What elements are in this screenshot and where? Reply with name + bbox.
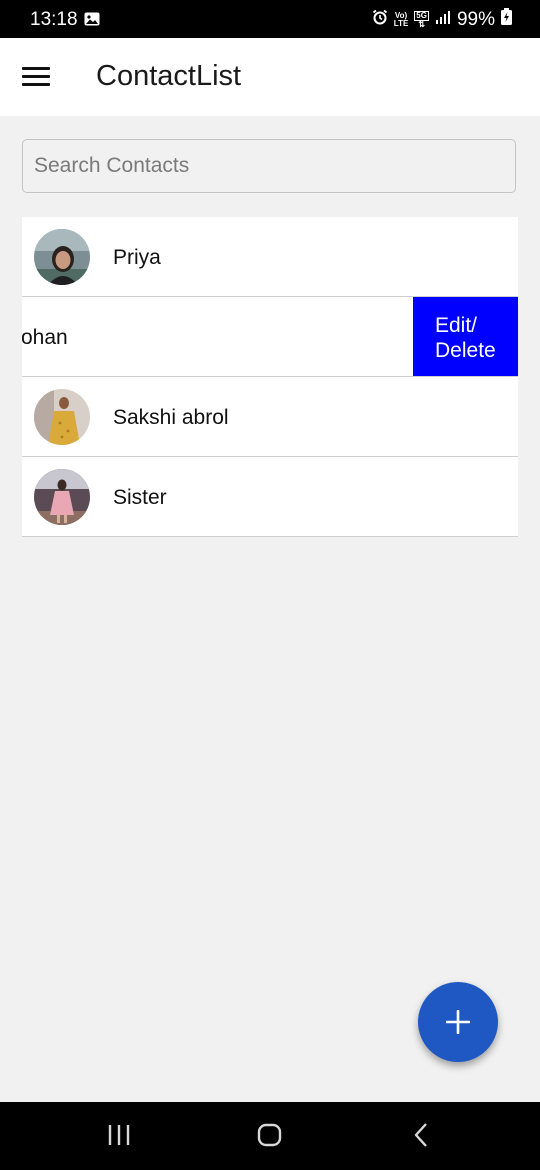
battery-charging-icon (501, 8, 512, 31)
contact-name: Sakshi abrol (113, 406, 229, 429)
gallery-notification-icon (84, 12, 100, 26)
back-icon[interactable] (409, 1122, 435, 1153)
avatar (34, 469, 90, 525)
contact-row[interactable]: Priya (22, 217, 518, 297)
contact-row[interactable]: Sakshi abrol (22, 377, 518, 457)
status-indicators: Vo) LTE 5G ⇅ 99% (372, 8, 512, 31)
contact-list: Priya ohan Edit/ Delete Sakshi abrol Sis… (22, 217, 518, 537)
signal-icon (435, 9, 451, 31)
status-time: 13:18 (30, 9, 78, 30)
alarm-icon (372, 9, 388, 31)
contact-name: Priya (113, 246, 161, 269)
lte-label: LTE (393, 18, 409, 28)
edit-delete-button[interactable]: Edit/ Delete (413, 297, 518, 376)
contact-name: Sister (113, 486, 167, 509)
hamburger-menu-icon[interactable] (22, 67, 50, 89)
contact-name: ohan (22, 326, 68, 349)
recent-apps-icon[interactable] (106, 1122, 132, 1153)
status-bar: 13:18 Vo) LTE 5G ⇅ 99% (0, 0, 540, 38)
contact-row-swiped[interactable]: ohan Edit/ Delete (22, 297, 518, 377)
page-title: ContactList (96, 60, 242, 92)
volte-icon: Vo) LTE (393, 11, 409, 28)
delete-label: Delete (435, 339, 496, 362)
system-nav-bar (0, 1102, 540, 1170)
battery-percent: 99% (456, 8, 495, 30)
contact-row[interactable]: Sister (22, 457, 518, 537)
avatar (34, 389, 90, 445)
add-contact-button[interactable] (418, 982, 498, 1062)
network-label: 5G (414, 10, 429, 21)
network-5g-icon: 5G ⇅ (414, 10, 429, 29)
plus-icon (446, 1010, 470, 1034)
search-input[interactable] (23, 140, 515, 192)
app-bar: ContactList (0, 38, 540, 116)
search-box (22, 139, 516, 193)
avatar (34, 229, 90, 285)
data-arrows-icon: ⇅ (418, 19, 425, 29)
edit-label: Edit/ (435, 314, 478, 337)
home-icon[interactable] (257, 1122, 283, 1153)
